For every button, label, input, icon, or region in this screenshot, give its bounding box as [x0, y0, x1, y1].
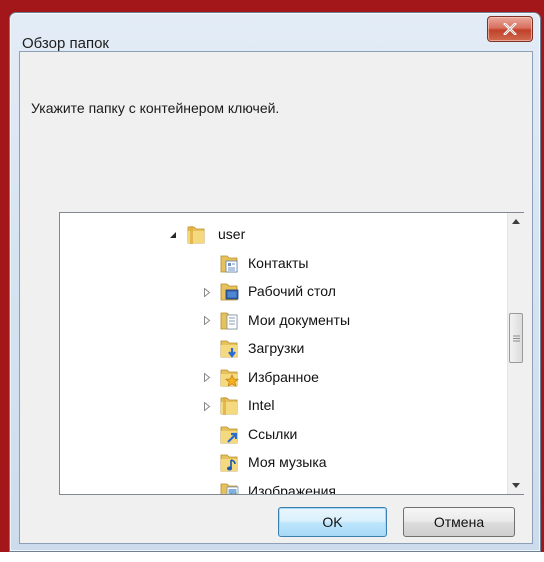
tree-item[interactable]: Моя музыка	[60, 449, 500, 477]
chevron-up-icon	[512, 219, 520, 224]
collapse-arrow-icon[interactable]	[168, 230, 178, 240]
expand-arrow-icon[interactable]	[202, 401, 212, 411]
tree-item[interactable]: Контакты	[60, 250, 500, 278]
tree-item-label: Моя музыка	[248, 454, 327, 470]
tree-item-label: Рабочий стол	[248, 283, 336, 299]
tree-item-label: user	[218, 226, 246, 242]
tree-item-label: Intel	[248, 397, 275, 413]
tree-item[interactable]: Загрузки	[60, 335, 500, 363]
folder-icon	[186, 224, 206, 246]
dialog-title: Обзор папок	[22, 35, 109, 52]
expand-arrow-icon[interactable]	[202, 373, 212, 383]
favorites-folder-icon	[219, 367, 239, 389]
tree-item[interactable]: Изображения	[60, 478, 500, 495]
links-folder-icon	[219, 424, 239, 446]
folder-icon	[219, 395, 239, 417]
close-icon	[503, 23, 517, 35]
dialog-body: Укажите папку с контейнером ключей. user…	[19, 51, 533, 544]
downloads-folder-icon	[219, 338, 239, 360]
expand-arrow-icon[interactable]	[202, 287, 212, 297]
tree-item[interactable]: Избранное	[60, 364, 500, 392]
ok-button[interactable]: OK	[278, 507, 387, 537]
expand-arrow-icon[interactable]	[202, 316, 212, 326]
page-margin	[0, 552, 544, 562]
desktop-folder-icon	[219, 281, 239, 303]
scroll-down-button[interactable]	[508, 477, 524, 494]
documents-folder-icon	[219, 310, 239, 332]
tree-item[interactable]: Мои документы	[60, 307, 500, 335]
pictures-folder-icon	[219, 481, 239, 494]
tree-item-label: Контакты	[248, 254, 309, 271]
cancel-button[interactable]: Отмена	[403, 507, 515, 537]
tree-item[interactable]: Intel	[60, 392, 500, 420]
music-folder-icon	[219, 452, 239, 474]
folder-tree[interactable]: user Контакты Рабочий стол Мои документы За…	[59, 212, 524, 495]
tree-item-label: Изображения	[248, 482, 336, 495]
scroll-thumb[interactable]	[509, 313, 523, 363]
tree-item[interactable]: Рабочий стол	[60, 278, 500, 306]
chevron-down-icon	[512, 483, 520, 488]
contacts-folder-icon	[219, 253, 239, 275]
close-button[interactable]	[487, 16, 533, 42]
tree-item-user[interactable]: user	[60, 221, 500, 249]
title-bar[interactable]: Обзор папок	[10, 13, 540, 55]
tree-item-label: Загрузки	[248, 340, 305, 356]
browse-folder-dialog: Обзор папок Укажите папку с контейнером …	[9, 12, 541, 552]
tree-scrollbar[interactable]	[507, 213, 524, 494]
tree-item[interactable]: Ссылки	[60, 421, 500, 449]
screenshot: Обзор папок Укажите папку с контейнером …	[0, 0, 544, 562]
tree-item-label: Ссылки	[248, 425, 298, 442]
tree-item-label: Мои документы	[248, 311, 351, 328]
tree-item-label: Избранное	[248, 368, 319, 385]
instruction-text: Укажите папку с контейнером ключей.	[31, 100, 280, 116]
scroll-up-button[interactable]	[508, 213, 524, 230]
grip-icon	[512, 335, 520, 341]
